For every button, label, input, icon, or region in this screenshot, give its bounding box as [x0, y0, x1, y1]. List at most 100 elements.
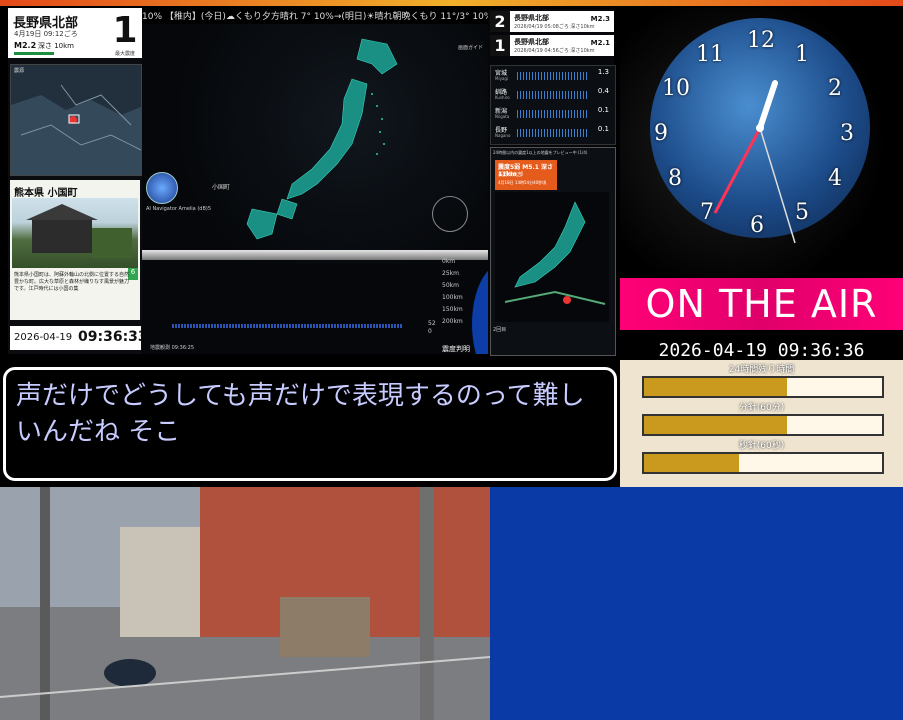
progress-fill: [644, 378, 787, 396]
station-sub: Nagano: [495, 133, 511, 138]
japan-map: [246, 38, 398, 240]
activity-strip: [172, 324, 402, 328]
ai-navigator-label: AI Navigator Amelia (dB)5: [146, 206, 212, 212]
depth-scale: 0km 25km 50km 100km 150km 200km: [442, 256, 463, 328]
time-progress-panel: 24時間残り時間 分針(60分) 秒針(60秒): [620, 360, 903, 488]
subtitle-box: 声だけでどうしても声だけで表現するのって難しいんだね そこ: [3, 367, 617, 481]
preview-map: [495, 192, 609, 322]
clock-digit: 9: [654, 121, 668, 146]
quake-intensity: 1: [490, 35, 510, 56]
clock-digit: 8: [668, 166, 682, 191]
preview-card: 震度5弱 M5.1 深さ11km 長野県北部 4月18日 14時54分40秒頃: [495, 160, 557, 190]
clock-digit: 10: [662, 76, 690, 101]
depth-label: 100km: [442, 294, 463, 301]
blue-panel: [490, 487, 903, 720]
observation-time: 地震観測 09:36:25: [150, 345, 195, 351]
clock-digit: 3: [840, 121, 854, 146]
datetime-display: 2026-04-19 09:36:36: [658, 340, 865, 361]
clock-digit: 1: [795, 42, 809, 67]
station-sub: Miyagi: [495, 76, 509, 81]
station-sub: Niigata: [495, 114, 510, 119]
quake-list-item: 1 長野県北部 2026/04/19 04:56ごろ 深さ10km M2.1: [490, 35, 614, 56]
quake-magnitude: M2.2: [14, 41, 37, 50]
quake-detail: 2026/04/19 05:08ごろ 深さ10km: [514, 24, 595, 30]
building-icon: [26, 204, 132, 258]
place-photo: [12, 198, 138, 268]
latest-quake-card: 長野県北部 4月19日 09:12ごろ M2.2 深さ 10km 1 最大震度: [8, 8, 142, 58]
place-title: 熊本県 小国町: [14, 188, 78, 199]
station-sub: Kushiro: [495, 95, 510, 100]
japan-map-icon: [504, 201, 606, 305]
ai-navigator-icon: [146, 172, 178, 204]
preview-label: 2回目: [493, 327, 507, 333]
waveform-icon: [517, 72, 589, 80]
progress-bar: [642, 452, 884, 474]
magnitude-bar: [14, 52, 54, 55]
progress-fill: [644, 454, 740, 472]
depth-label: 0km: [442, 258, 456, 265]
quake-intensity: 2: [490, 11, 510, 32]
depth-label: 25km: [442, 270, 459, 277]
shindo-button[interactable]: 震度判明: [442, 344, 470, 354]
progress-fill: [644, 416, 787, 434]
waveform-icon: [517, 110, 589, 118]
depth-label: 150km: [442, 306, 463, 313]
depth-label: 200km: [442, 318, 463, 325]
seismograph-row: 宮城 Miyagi 1.3: [491, 66, 615, 85]
map-guide-label: 画面ガイド: [458, 45, 484, 51]
quake-region: 長野県北部: [514, 38, 549, 46]
preview-time: 4月18日 14時54分40秒頃: [498, 180, 547, 185]
left-clock-time: 09:36:33: [78, 329, 148, 345]
quake-info-column: 2 長野県北部 2026/04/19 05:08ごろ 深さ10km M2.3 1…: [488, 9, 616, 356]
preview-title: 24時間以内の震度1以上の地震をプレビュー中 (1/4): [493, 150, 588, 155]
seismic-map: 画面ガイド AI Navigator Amelia (dB)5 小国町 0km …: [142, 24, 488, 354]
station-value: 0.1: [597, 125, 609, 133]
quake-detail: 2026/04/19 04:56ごろ 深さ10km: [514, 48, 595, 54]
preview-region: 長野県北部: [498, 172, 524, 178]
clock-digit: 4: [828, 166, 842, 191]
seismograph-row: 釧路 Kushiro 0.4: [491, 85, 615, 104]
left-clock-date: 2026-04-19: [14, 332, 73, 343]
clock-digit: 6: [750, 213, 764, 238]
progress-label: 24時間残り時間: [728, 365, 795, 375]
quake-region: 長野県北部: [514, 14, 549, 22]
clock-digits: 12 1 2 3 4 5 6 7 8 9 10 11: [620, 8, 903, 278]
globe-clock: 12 1 2 3 4 5 6 7 8 9 10 11: [620, 8, 903, 278]
clock-digit: 2: [828, 76, 842, 101]
quake-time: 4月19日 09:12ごろ: [14, 30, 78, 38]
top-stripe: [0, 0, 903, 6]
scale-value: 52: [428, 320, 436, 327]
intensity-value: 1: [112, 10, 138, 51]
seismograph-panel: 宮城 Miyagi 1.3 釧路 Kushiro 0.4 新潟 Niigata …: [490, 65, 616, 145]
intensity-box: 1 最大震度: [109, 10, 141, 57]
weather-ticker: 10% 【稚内】(今日)☁くもり夕方晴れ 7° 10%→(明日)☀晴れ朝晩くもり…: [142, 12, 488, 22]
place-card: 熊本県 小国町 6 熊本県小国町は、阿蘇外輪山の北側に位置する自然豊かな町。広大…: [10, 180, 140, 320]
clock-digit: 11: [696, 42, 724, 67]
on-the-air-banner: ON THE AIR: [620, 278, 903, 330]
progress-label: 秒針(60秒): [738, 441, 785, 451]
station-value: 0.4: [597, 87, 609, 95]
depth-label: 50km: [442, 282, 459, 289]
live-camera-feed: [0, 487, 490, 720]
city-label: 小国町: [212, 184, 231, 191]
progress-label: 分針(60分): [738, 403, 785, 413]
mini-map-terrain: [11, 84, 141, 175]
station-value: 1.3: [597, 68, 609, 76]
progress-bar: [642, 414, 884, 436]
intensity-label: 最大震度: [114, 51, 135, 57]
quake-preview-panel: 24時間以内の震度1以上の地震をプレビュー中 (1/4) 震度5弱 M5.1 深…: [490, 147, 616, 356]
street-scene: [0, 487, 490, 720]
quake-depth: 深さ 10km: [38, 42, 75, 50]
station-value: 0.1: [597, 106, 609, 114]
depth-cross-section: [142, 250, 488, 260]
waveform-icon: [517, 91, 589, 99]
quake-magnitude: M2.3: [590, 15, 610, 23]
waveform-icon: [517, 129, 589, 137]
subtitle-text: 声だけでどうしても声だけで表現するのって難しいんだね そこ: [16, 381, 585, 447]
epicenter-mini-map: 震源: [10, 64, 142, 176]
place-description: 熊本県小国町は、阿蘇外輪山の北側に位置する自然豊かな町。広大な草原と森林が織りな…: [14, 272, 130, 292]
seismograph-row: 新潟 Niigata 0.1: [491, 104, 615, 123]
quake-magnitude: M2.1: [590, 39, 610, 47]
analog-clock-icon: [432, 196, 468, 232]
scale-value: 0: [428, 328, 432, 335]
